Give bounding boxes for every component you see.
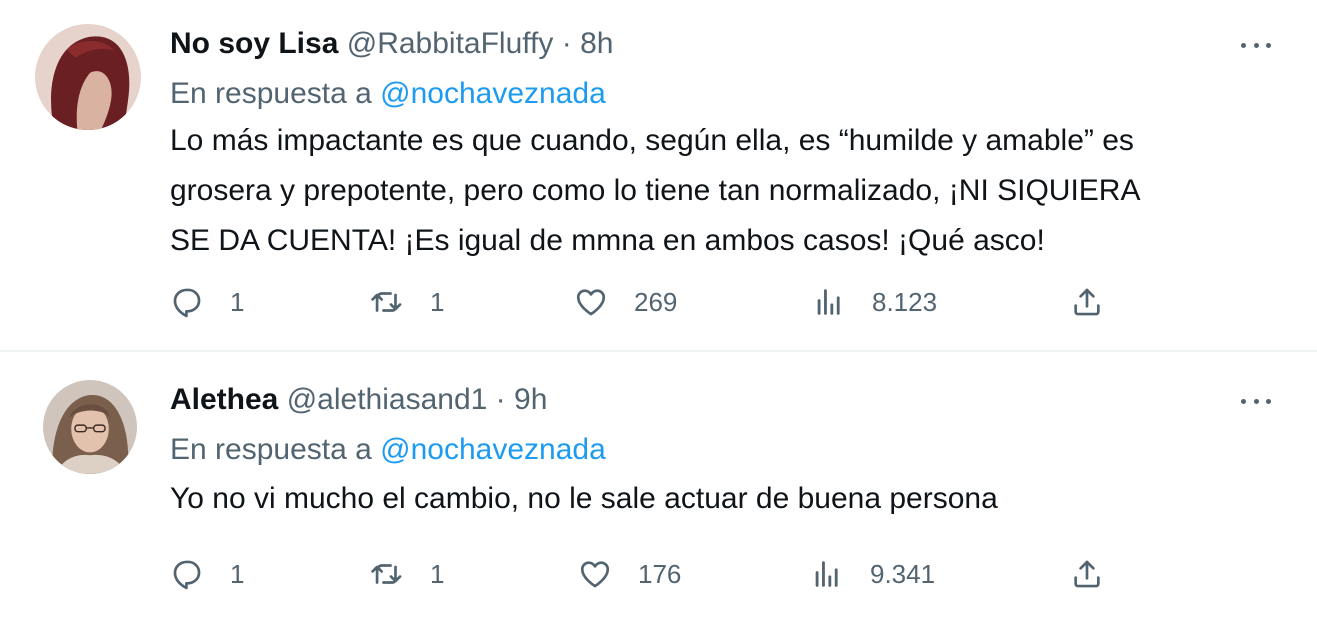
tweet-text: Lo más impactante es que cuando, según e… bbox=[170, 116, 1280, 266]
tweet-time[interactable]: 9h bbox=[514, 383, 547, 416]
views-bar-chart-icon bbox=[815, 561, 838, 587]
reply-mention-link[interactable]: @nochaveznada bbox=[380, 433, 606, 466]
share-icon bbox=[1074, 288, 1100, 316]
retweet-icon bbox=[371, 292, 402, 312]
views-bar-chart-icon bbox=[817, 289, 840, 315]
tweet-text-line: Yo no vi mucho el cambio, no le sale act… bbox=[170, 482, 998, 515]
share-button[interactable] bbox=[1070, 282, 1104, 322]
tweet-time[interactable]: 8h bbox=[580, 27, 613, 60]
avatar-image bbox=[43, 380, 137, 474]
author-name[interactable]: No soy Lisa bbox=[170, 27, 338, 60]
tweet-header: Alethea @alethiasand1 · 9h bbox=[170, 382, 547, 418]
tweet-text-line: grosera y prepotente, pero como lo tiene… bbox=[170, 174, 1141, 207]
views-button[interactable]: 8.123 bbox=[812, 282, 937, 322]
tweet-actions: 1 1 269 8.123 bbox=[170, 282, 1290, 322]
reply-button[interactable]: 1 bbox=[170, 554, 244, 594]
views-count: 8.123 bbox=[872, 286, 938, 317]
share-button[interactable] bbox=[1070, 554, 1104, 594]
tweet-actions: 1 1 176 9.341 bbox=[170, 554, 1290, 594]
avatar[interactable] bbox=[43, 380, 137, 474]
author-name[interactable]: Alethea bbox=[170, 383, 278, 416]
retweet-icon bbox=[371, 564, 402, 584]
more-dots-icon[interactable] bbox=[1241, 396, 1271, 406]
reply-icon bbox=[173, 288, 201, 318]
avatar-image bbox=[35, 24, 141, 130]
avatar[interactable] bbox=[35, 24, 141, 130]
separator-dot: · bbox=[495, 383, 506, 416]
more-dots-icon[interactable] bbox=[1241, 40, 1271, 50]
reply-button[interactable]: 1 bbox=[170, 282, 244, 322]
separator-dot: · bbox=[561, 27, 572, 60]
share-icon bbox=[1074, 560, 1100, 588]
retweet-count: 1 bbox=[430, 558, 445, 589]
like-count: 269 bbox=[634, 286, 678, 317]
heart-icon bbox=[576, 289, 606, 316]
views-count: 9.341 bbox=[870, 558, 936, 589]
heart-icon bbox=[580, 561, 610, 588]
reply-count: 1 bbox=[230, 558, 245, 589]
reply-context: En respuesta a @nochaveznada bbox=[170, 432, 606, 468]
reply-icon bbox=[173, 560, 201, 590]
retweet-button[interactable]: 1 bbox=[370, 554, 444, 594]
reply-prefix: En respuesta a bbox=[170, 77, 372, 110]
retweet-button[interactable]: 1 bbox=[370, 282, 444, 322]
reply-prefix: En respuesta a bbox=[170, 433, 372, 466]
like-button[interactable]: 176 bbox=[578, 554, 681, 594]
like-button[interactable]: 269 bbox=[574, 282, 677, 322]
tweet-header: No soy Lisa @RabbitaFluffy · 8h bbox=[170, 26, 613, 62]
tweet[interactable]: No soy Lisa @RabbitaFluffy · 8h En respu… bbox=[0, 0, 1317, 352]
tweet-text-line: Lo más impactante es que cuando, según e… bbox=[170, 124, 1134, 157]
tweet-text-line: SE DA CUENTA! ¡Es igual de mmna en ambos… bbox=[170, 224, 1045, 257]
tweet[interactable]: Alethea @alethiasand1 · 9h En respuesta … bbox=[0, 352, 1317, 620]
reply-count: 1 bbox=[230, 286, 245, 317]
like-count: 176 bbox=[638, 558, 682, 589]
author-handle[interactable]: @RabbitaFluffy bbox=[347, 27, 554, 60]
views-button[interactable]: 9.341 bbox=[810, 554, 935, 594]
reply-mention-link[interactable]: @nochaveznada bbox=[380, 77, 606, 110]
retweet-count: 1 bbox=[430, 286, 445, 317]
reply-context: En respuesta a @nochaveznada bbox=[170, 76, 606, 112]
tweet-text: Yo no vi mucho el cambio, no le sale act… bbox=[170, 474, 1280, 524]
author-handle[interactable]: @alethiasand1 bbox=[287, 383, 488, 416]
